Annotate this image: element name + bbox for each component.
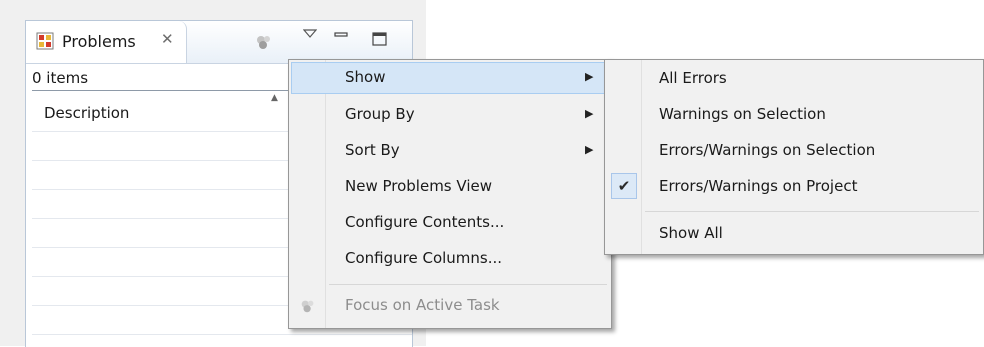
menu-item-label: Group By — [345, 105, 415, 123]
menu-item-label: Warnings on Selection — [659, 105, 826, 123]
submenu-arrow-icon: ▶ — [585, 143, 594, 156]
menu-item-new-problems-view[interactable]: New Problems View — [289, 169, 611, 205]
menu-item-configure-contents[interactable]: Configure Contents... — [289, 205, 611, 241]
tab-label: Problems — [62, 32, 136, 51]
menu-separator — [329, 284, 607, 285]
focus-task-icon[interactable] — [254, 33, 274, 51]
sort-ascending-icon: ▲ — [271, 93, 278, 103]
menu-item-label: Configure Contents... — [345, 213, 505, 231]
menu-item-label: Show All — [659, 224, 723, 242]
submenu-item-all-errors[interactable]: All Errors — [605, 61, 983, 97]
column-header-description[interactable]: Description — [44, 104, 129, 122]
maximize-icon[interactable] — [372, 32, 387, 46]
menu-item-label: Configure Columns... — [345, 249, 503, 267]
view-header: Problems ✕ — [26, 21, 412, 64]
view-context-menu: Show ▶ Group By ▶ Sort By ▶ New Problems… — [288, 59, 612, 329]
close-icon[interactable]: ✕ — [161, 30, 174, 48]
menu-item-label: All Errors — [659, 69, 727, 87]
menu-item-label: New Problems View — [345, 177, 492, 195]
table-row — [32, 334, 412, 335]
minimize-icon[interactable] — [334, 32, 348, 38]
checkmark-icon: ✔ — [611, 173, 637, 199]
menu-item-highlight — [291, 62, 607, 94]
problems-icon — [36, 32, 54, 50]
menu-item-label: Show — [345, 68, 386, 86]
menu-item-label: Sort By — [345, 141, 400, 159]
show-submenu: All Errors Warnings on Selection Errors/… — [604, 59, 984, 255]
submenu-item-show-all[interactable]: Show All — [605, 216, 983, 252]
submenu-item-errors-warnings-on-selection[interactable]: Errors/Warnings on Selection — [605, 133, 983, 169]
submenu-item-warnings-on-selection[interactable]: Warnings on Selection — [605, 97, 983, 133]
menu-item-label: Focus on Active Task — [345, 296, 500, 314]
menu-separator — [645, 211, 979, 212]
menu-item-configure-columns[interactable]: Configure Columns... — [289, 241, 611, 277]
focus-task-icon — [301, 300, 314, 313]
items-count: 0 items — [32, 69, 89, 87]
submenu-arrow-icon: ▶ — [585, 70, 594, 83]
tab-problems[interactable]: Problems ✕ — [26, 21, 187, 63]
menu-item-group-by[interactable]: Group By ▶ — [289, 97, 611, 133]
menu-item-show[interactable]: Show ▶ — [289, 60, 611, 96]
view-menu-icon[interactable] — [303, 29, 317, 39]
menu-item-sort-by[interactable]: Sort By ▶ — [289, 133, 611, 169]
menu-item-focus-on-active-task: Focus on Active Task — [289, 288, 611, 324]
menu-item-label: Errors/Warnings on Project — [659, 177, 858, 195]
submenu-arrow-icon: ▶ — [585, 107, 594, 120]
submenu-item-errors-warnings-on-project[interactable]: ✔ Errors/Warnings on Project — [605, 169, 983, 205]
menu-item-label: Errors/Warnings on Selection — [659, 141, 876, 159]
